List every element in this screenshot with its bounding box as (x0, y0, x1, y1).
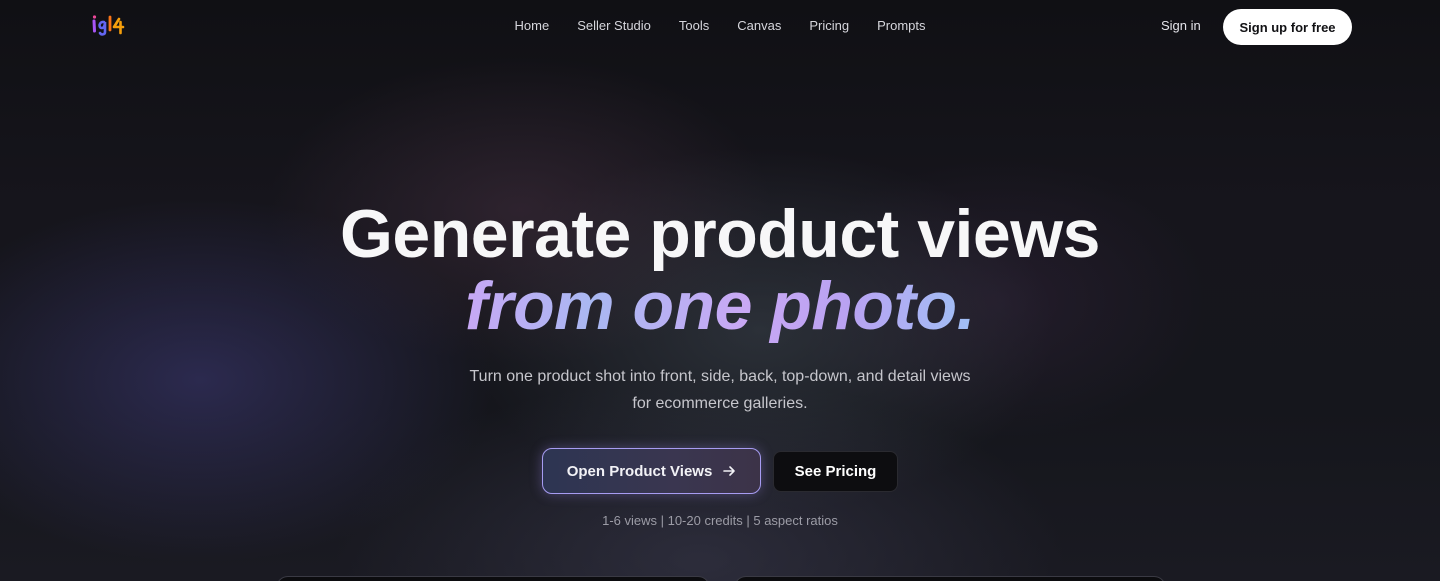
nav-link-seller-studio[interactable]: Seller Studio (563, 17, 665, 35)
open-product-views-label: Open Product Views (566, 462, 713, 480)
nav-link-tools[interactable]: Tools (665, 17, 723, 35)
landing-page: Home Seller Studio Tools Canvas Pricing … (0, 0, 1440, 581)
hero-title: Generate product views (340, 196, 1100, 272)
hero-title-highlight: from one photo. (0, 268, 1440, 344)
preview-card-left (276, 576, 710, 581)
open-product-views-button[interactable]: Open Product Views (542, 448, 761, 494)
nav-link-pricing[interactable]: Pricing (795, 17, 863, 35)
arrow-right-icon (723, 466, 736, 476)
top-nav: Home Seller Studio Tools Canvas Pricing … (0, 0, 1440, 54)
sign-in-link[interactable]: Sign in (1161, 17, 1201, 35)
product-meta-info: 1-6 views | 10-20 credits | 5 aspect rat… (602, 513, 838, 528)
hero-title-gradient-text: from one photo. (465, 268, 975, 344)
sign-up-button[interactable]: Sign up for free (1223, 9, 1352, 45)
hero-subtitle-line-1: Turn one product shot into front, side, … (469, 368, 971, 385)
hero-subtitle-line-2: for ecommerce galleries. (632, 395, 808, 412)
nav-link-home[interactable]: Home (501, 17, 564, 35)
see-pricing-button[interactable]: See Pricing (773, 451, 898, 492)
preview-card-right (734, 576, 1166, 581)
nav-link-canvas[interactable]: Canvas (723, 17, 795, 35)
hero-subtitle: Turn one product shot into front, side, … (420, 363, 1020, 417)
nav-link-prompts[interactable]: Prompts (863, 17, 939, 35)
